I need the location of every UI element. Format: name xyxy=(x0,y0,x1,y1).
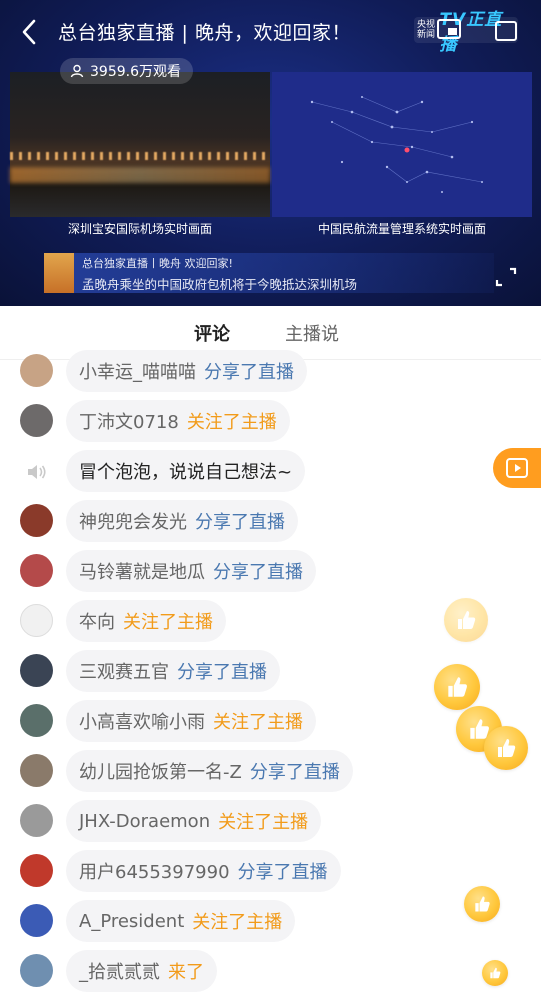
thumbs-up-icon xyxy=(482,960,508,986)
logo-small-text: 央视新闻 xyxy=(417,20,436,40)
avatar[interactable] xyxy=(20,904,53,937)
list-item: 马铃薯就是地瓜 分享了直播 xyxy=(0,550,541,594)
thumbs-up-icon xyxy=(464,886,500,922)
list-item: 神兜兜会发光 分享了直播 xyxy=(0,500,541,544)
comment-action: 关注了主播 xyxy=(213,712,303,733)
comment-action: 分享了直播 xyxy=(195,512,285,533)
user-name: A_President xyxy=(79,910,185,932)
comment-action: 分享了直播 xyxy=(237,862,328,883)
comment-action: 关注了主播 xyxy=(123,612,213,633)
list-item: A_President 关注了主播 xyxy=(0,900,541,944)
user-icon xyxy=(70,64,84,78)
comment-action: 分享了直播 xyxy=(213,562,303,583)
thumbs-up-icon xyxy=(434,664,480,710)
user-name: 小高喜欢喻小雨 xyxy=(79,712,205,733)
tab-comments[interactable]: 评论 xyxy=(194,320,230,346)
news-ticker: 总台独家直播丨晚舟 欢迎回家! 孟晚舟乘坐的中国政府包机将于今晚抵达深圳机场 xyxy=(44,253,494,293)
comment-bubble: 用户6455397990 分享了直播 xyxy=(66,850,341,892)
airport-camera-feed xyxy=(10,72,270,217)
comment-action: 关注了主播 xyxy=(186,412,277,433)
ticker-subtext: 孟晚舟乘坐的中国政府包机将于今晚抵达深圳机场 xyxy=(82,277,358,292)
user-name: 夲向 xyxy=(79,612,115,633)
avatar[interactable] xyxy=(20,604,53,637)
comment-action: 关注了主播 xyxy=(192,912,283,933)
user-name: JHX-Doraemon xyxy=(79,810,211,832)
avatar[interactable] xyxy=(20,854,53,887)
comment-bubble: 小高喜欢喻小雨 关注了主播 xyxy=(66,700,316,742)
list-item: 幼儿园抢饭第一名-Z 分享了直播 xyxy=(0,750,541,794)
fullscreen-icon[interactable] xyxy=(494,20,518,42)
comment-bubble: 夲向 关注了主播 xyxy=(66,600,226,642)
avatar[interactable] xyxy=(20,954,53,987)
comment-bubble: 小幸运_喵喵喵 分享了直播 xyxy=(66,350,307,392)
avatar[interactable] xyxy=(20,504,53,537)
ticker-headline: 总台独家直播丨晚舟 欢迎回家! xyxy=(82,257,233,270)
comment-action: 关注了主播 xyxy=(218,812,309,833)
avatar[interactable] xyxy=(20,354,53,387)
comment-prompt-text: 冒个泡泡，说说自己想法~ xyxy=(79,462,293,483)
comment-bubble: 神兜兜会发光 分享了直播 xyxy=(66,500,298,542)
comment-bubble: 三观赛五官 分享了直播 xyxy=(66,650,280,692)
comment-bubble: JHX-Doraemon 关注了主播 xyxy=(66,800,322,842)
comment-bubble: 丁沛文0718 关注了主播 xyxy=(66,400,290,442)
flight-traffic-map-feed xyxy=(272,72,532,217)
avatar[interactable] xyxy=(20,804,53,837)
user-name: 三观赛五官 xyxy=(79,662,169,683)
thumbs-up-icon xyxy=(484,726,528,770)
thumbs-up-icon xyxy=(444,598,488,642)
user-name: 马铃薯就是地瓜 xyxy=(79,562,205,583)
avatar[interactable] xyxy=(20,404,53,437)
video-play-icon xyxy=(506,458,528,478)
comment-bubble: 马铃薯就是地瓜 分享了直播 xyxy=(66,550,316,592)
list-item: 用户6455397990 分享了直播 xyxy=(0,850,541,894)
avatar[interactable] xyxy=(20,654,53,687)
avatar[interactable] xyxy=(20,554,53,587)
replay-video-button[interactable] xyxy=(493,448,541,488)
comment-prompt[interactable]: 冒个泡泡，说说自己想法~ xyxy=(66,450,306,492)
live-title: 总台独家直播 | 晚舟，欢迎回家！ xyxy=(58,22,351,44)
comment-bubble: _拾贰贰贰 来了 xyxy=(66,950,217,992)
comment-action: 分享了直播 xyxy=(249,762,340,783)
viewer-count-badge: 3959.6万观看 xyxy=(60,58,193,84)
list-item: 丁沛文0718 关注了主播 xyxy=(0,400,541,444)
comment-prompt-row[interactable]: 冒个泡泡，说说自己想法~ xyxy=(0,450,541,494)
picture-in-picture-icon[interactable] xyxy=(436,18,462,42)
user-name: 小幸运_喵喵喵 xyxy=(79,362,196,383)
user-name: _拾贰贰贰 xyxy=(79,962,160,983)
avatar[interactable] xyxy=(20,754,53,787)
feed-left-caption: 深圳宝安国际机场实时画面 xyxy=(67,222,212,236)
list-item: JHX-Doraemon 关注了主播 xyxy=(0,800,541,844)
user-name: 丁沛文0718 xyxy=(79,412,179,433)
list-item: _拾贰贰贰 来了 xyxy=(0,950,541,994)
expand-icon[interactable] xyxy=(494,266,518,288)
feed-right-caption: 中国民航流量管理系统实时画面 xyxy=(317,222,486,236)
user-name: 用户6455397990 xyxy=(79,862,230,883)
ticker-accent xyxy=(44,253,74,293)
viewer-count: 3959.6万观看 xyxy=(90,64,181,80)
comment-action: 分享了直播 xyxy=(204,362,294,383)
comment-action: 来了 xyxy=(168,962,204,983)
live-video-player[interactable]: 深圳宝安国际机场实时画面 中国民航流量管理系统实时画面 总台独家直播 | 晚舟，… xyxy=(0,0,541,306)
avatar[interactable] xyxy=(20,704,53,737)
list-item: 小幸运_喵喵喵 分享了直播 xyxy=(0,350,541,394)
comment-action: 分享了直播 xyxy=(177,662,267,683)
user-name: 神兜兜会发光 xyxy=(79,512,187,533)
comment-bubble: A_President 关注了主播 xyxy=(66,900,296,942)
comment-bubble: 幼儿园抢饭第一名-Z 分享了直播 xyxy=(66,750,353,792)
back-button[interactable] xyxy=(14,15,44,49)
chevron-left-icon xyxy=(22,19,36,45)
user-name: 幼儿园抢饭第一名-Z xyxy=(79,762,242,783)
speaker-icon xyxy=(22,458,50,486)
tab-host-notes[interactable]: 主播说 xyxy=(285,320,339,346)
